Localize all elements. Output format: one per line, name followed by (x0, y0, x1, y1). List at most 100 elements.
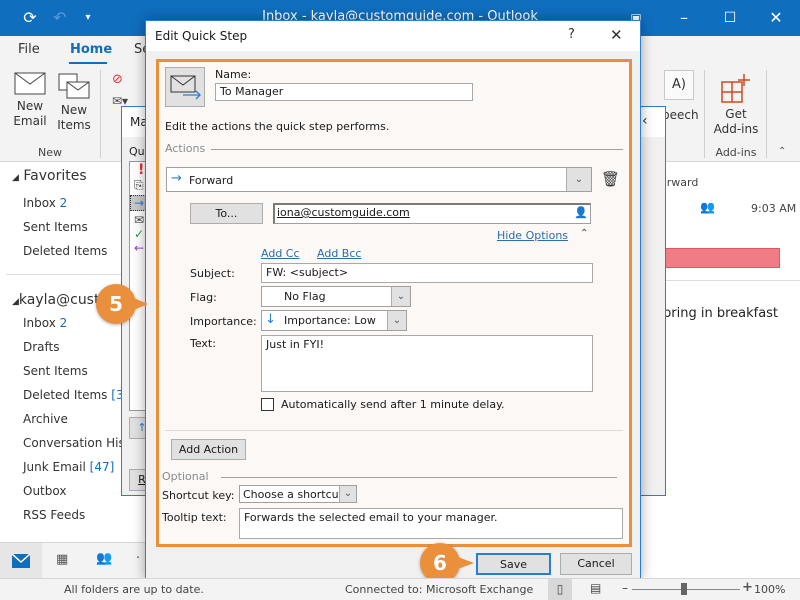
navigation-bar: ▦ 👥 · (0, 542, 145, 579)
save-button[interactable]: Save (476, 553, 551, 575)
chevron-down-icon[interactable]: ⌄ (339, 486, 356, 502)
description-text: Edit the actions the quick step performs… (165, 120, 390, 133)
check-names-icon[interactable]: 👤 (574, 206, 588, 219)
mail-nav[interactable] (0, 543, 42, 579)
to-input[interactable]: iona@customguide.com 👤 (273, 203, 591, 224)
more-icon[interactable]: · (136, 551, 140, 566)
name-label: Name: (215, 68, 251, 81)
text-input[interactable]: Just in FYI! (261, 335, 593, 392)
folder-item[interactable]: Conversation Histo (23, 436, 137, 450)
folder-item[interactable]: Deleted Items (23, 244, 107, 258)
tooltip-text-label: Tooltip text: (162, 511, 227, 524)
action-dropdown[interactable]: → Forward ⌄ (166, 167, 592, 192)
get-addins-label-2: Add-ins (713, 122, 759, 136)
normal-view-icon[interactable]: ▯ (548, 579, 572, 600)
folder-item[interactable]: Sent Items (23, 364, 88, 378)
chevron-down-icon[interactable]: ⌄ (391, 287, 410, 306)
flag-value: No Flag (284, 290, 326, 303)
speech-label[interactable]: peech (662, 108, 699, 123)
customize-qat-icon[interactable]: ▾ (76, 6, 100, 30)
zoom-in-button[interactable]: + (742, 580, 753, 595)
folder-item[interactable]: Junk Email [47] (23, 460, 114, 474)
addins-icon (721, 74, 750, 103)
collapse-ribbon-icon[interactable]: ⌃ (778, 146, 786, 157)
edit-quick-step-dialog: Edit Quick Step ? ✕ Name: To Manager Edi… (145, 20, 641, 580)
category-tag (660, 248, 780, 268)
add-bcc-link[interactable]: Add Bcc (317, 247, 361, 260)
add-cc-link[interactable]: Add Cc (261, 247, 300, 260)
folder-item[interactable]: Archive (23, 412, 68, 426)
new-items-button[interactable]: New Items (52, 72, 96, 133)
sync-icon[interactable]: ⟳ (18, 6, 42, 30)
text-label: Text: (190, 337, 216, 350)
subject-input[interactable]: FW: <subject> (261, 263, 593, 283)
actions-section-label: Actions (165, 142, 206, 155)
zoom-level[interactable]: 100% (754, 583, 785, 596)
hide-options-link[interactable]: Hide Options (497, 229, 568, 242)
message-time: 9:03 AM (751, 202, 797, 215)
ignore-icon[interactable]: ⊘ (112, 72, 123, 87)
sync-status: All folders are up to date. (64, 583, 204, 596)
folder-item[interactable]: Outbox (23, 484, 66, 498)
flag-dropdown[interactable]: No Flag ⌄ (261, 286, 411, 307)
zoom-out-button[interactable]: – (622, 581, 628, 595)
tooltip-text-input[interactable]: Forwards the selected email to your mana… (239, 508, 623, 539)
connection-status: Connected to: Microsoft Exchange (345, 583, 534, 596)
new-items-icon (58, 73, 90, 99)
to-button[interactable]: To... (190, 203, 263, 224)
recipients-icon[interactable]: 👥 (700, 200, 715, 214)
name-input[interactable]: To Manager (215, 83, 473, 101)
add-action-button[interactable]: Add Action (171, 439, 246, 460)
account-header[interactable]: ◢kayla@custo (12, 292, 108, 308)
maximize-icon[interactable]: ☐ (718, 6, 742, 30)
ribbon-separator (766, 70, 767, 158)
reading-view-icon[interactable]: ▤ (590, 581, 601, 595)
mail-icon (12, 554, 30, 568)
dialog-title: Edit Quick Step (155, 29, 248, 43)
chevron-down-icon[interactable]: ⌄ (566, 168, 591, 191)
ribbon-separator (704, 70, 705, 158)
manage-close-icon[interactable]: ‹ (642, 113, 648, 129)
status-bar: All folders are up to date. Connected to… (0, 578, 800, 600)
folder-item[interactable]: Inbox 2 (23, 196, 67, 210)
help-button[interactable]: ? (568, 27, 575, 42)
folder-item[interactable]: Drafts (23, 340, 60, 354)
quick-step-icon-button[interactable] (165, 67, 205, 107)
folder-item[interactable]: Inbox 2 (23, 316, 67, 330)
folder-item[interactable]: RSS Feeds (23, 508, 85, 522)
favorites-header[interactable]: ◢ Favorites (12, 168, 87, 184)
delete-action-icon[interactable]: 🗑 (601, 170, 620, 188)
minimize-icon[interactable]: – (672, 6, 696, 30)
folder-pane: ◢ Favorites Inbox 2 Sent Items Deleted I… (0, 162, 137, 542)
shortcut-key-label: Shortcut key: (162, 489, 235, 502)
zoom-slider-thumb[interactable] (681, 583, 687, 595)
collapse-icon[interactable]: ⌃ (580, 228, 588, 239)
section-divider (221, 477, 617, 478)
tab-file[interactable]: File (18, 42, 40, 57)
get-addins-label-1: Get (725, 107, 747, 121)
close-icon[interactable]: ✕ (764, 6, 788, 30)
folder-item[interactable]: Deleted Items [3] (23, 388, 128, 402)
get-addins-button[interactable]: Get Add-ins (712, 72, 760, 137)
read-aloud-icon[interactable]: A) (664, 70, 694, 100)
callout-step-5: 5 (96, 284, 136, 324)
auto-send-checkbox[interactable] (261, 398, 274, 411)
undo-icon[interactable]: ↶ (48, 6, 72, 30)
callout-pointer (458, 557, 474, 569)
shortcut-key-dropdown[interactable]: Choose a shortcut ⌄ (239, 485, 357, 503)
action-value: Forward (189, 174, 234, 187)
tab-home[interactable]: Home (70, 42, 112, 57)
flag-label: Flag: (190, 291, 217, 304)
envelope-icon (14, 72, 46, 95)
auto-send-label: Automatically send after 1 minute delay. (281, 398, 505, 411)
chevron-down-icon[interactable]: ⌄ (387, 311, 406, 330)
dialog-close-button[interactable]: ✕ (610, 26, 623, 44)
forward-mail-icon (170, 75, 201, 100)
people-icon[interactable]: 👥 (96, 551, 112, 566)
new-email-button[interactable]: New Email (10, 72, 50, 129)
calendar-icon[interactable]: ▦ (56, 552, 68, 567)
group-addins-label: Add-ins (715, 146, 757, 159)
folder-item[interactable]: Sent Items (23, 220, 88, 234)
importance-dropdown[interactable]: ↓ Importance: Low ⌄ (261, 310, 407, 331)
cancel-button[interactable]: Cancel (560, 553, 632, 575)
